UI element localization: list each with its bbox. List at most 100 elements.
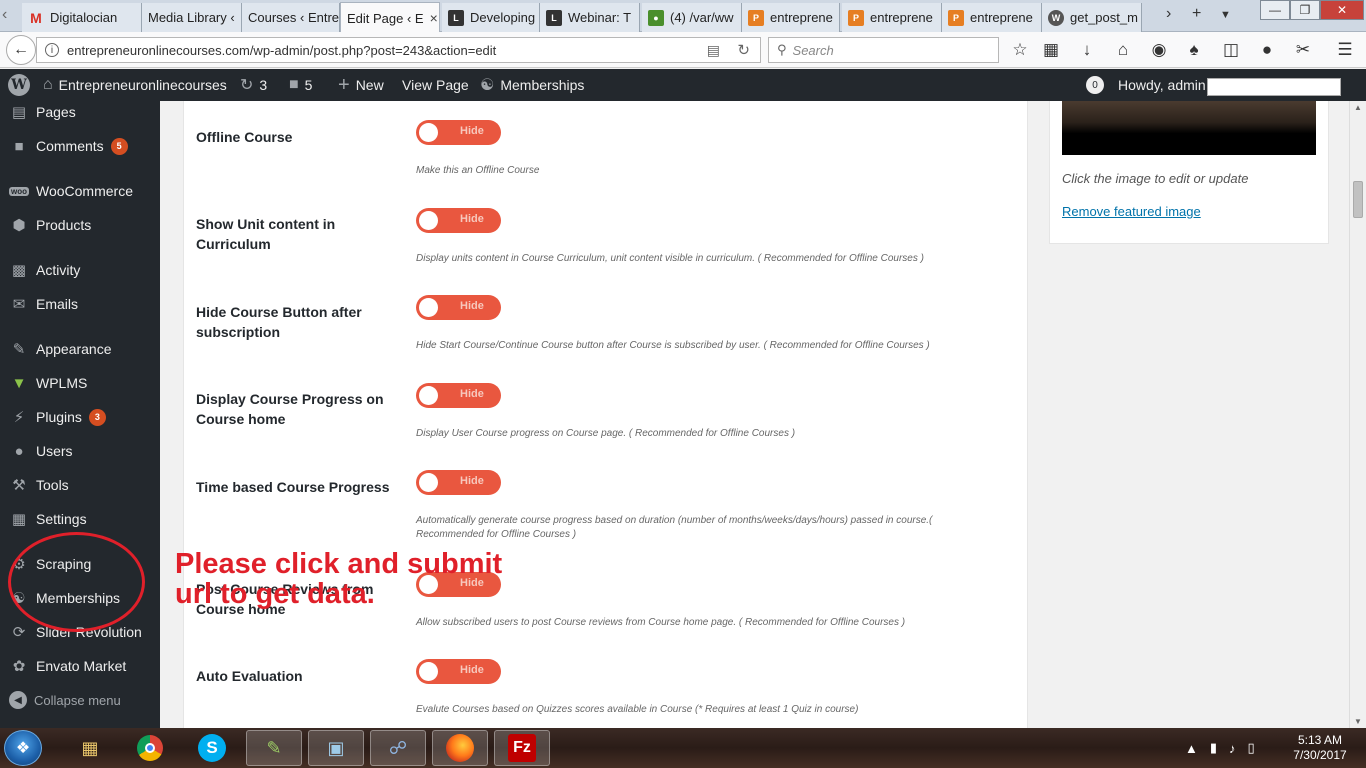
colorpicker-icon[interactable]: ● [1256,40,1278,60]
screenshot-icon[interactable]: ◫ [1220,40,1242,60]
sidebar-item-plugins[interactable]: ⚡ Plugins 3 [0,400,160,434]
skype-icon[interactable]: S [184,730,240,766]
new-tab-icon[interactable]: + [1192,5,1201,23]
close-window-icon[interactable]: ✕ [1320,0,1364,20]
search-input[interactable]: ⚲ Search [768,37,999,63]
scroll-down-icon[interactable]: ▼ [1354,717,1362,726]
time-based-progress-toggle[interactable]: Hide [416,470,501,495]
toggle-knob [419,123,438,142]
volume-icon[interactable]: ♪ [1229,741,1236,756]
featured-image[interactable] [1062,101,1316,155]
back-button[interactable]: ← [6,35,36,65]
sidebar-item-envato-market[interactable]: ✿ Envato Market [0,649,160,683]
filezilla-icon[interactable]: Fz [494,730,550,766]
tab-title: (4) /var/ww [670,10,734,25]
sidebar-item-emails[interactable]: ✉ Emails [0,287,160,321]
menu-icon[interactable]: ☰ [1334,40,1356,60]
sidebar-item-users[interactable]: ● Users [0,434,160,468]
reader-view-icon[interactable]: ▤ [707,42,720,59]
browser-tab[interactable]: W get_post_m [1042,3,1142,32]
setting-description: Make this an Offline Course [416,165,540,176]
url-bar[interactable]: i entrepreneuronlinecourses.com/wp-admin… [36,37,761,63]
show-unit-content-toggle[interactable]: Hide [416,208,501,233]
tab-title: Courses ‹ Entre [248,10,340,25]
browser-tab[interactable]: P entreprene [742,3,840,32]
show-hidden-icons-icon[interactable]: ▲ [1185,741,1198,756]
sidebar-item-woocommerce[interactable]: woo WooCommerce [0,174,160,208]
sidebar-item-pages[interactable]: ▤ Pages [0,95,160,129]
wplms-icon: ▼ [11,374,27,392]
new-content-link[interactable]: + New [338,69,384,101]
toggle-knob [419,298,438,317]
scrollbar-thumb[interactable] [1353,181,1363,218]
minimize-window-icon[interactable]: — [1260,0,1290,20]
browser-tab[interactable]: P entreprene [842,3,942,32]
browser-tab[interactable]: P entreprene [942,3,1042,32]
gmail-icon: M [30,9,42,26]
pocket-icon[interactable]: ◉ [1148,40,1170,60]
tab-list-icon[interactable]: ▼ [1220,9,1231,21]
annotation-text: Please click and submit url to get data. [175,548,503,610]
comments-count: 5 [304,77,313,93]
browser-tab-active[interactable]: Edit Page ‹ E × [340,2,440,33]
extension-icon[interactable]: ♠ [1183,40,1205,60]
sidebar-item-products[interactable]: ⬢ Products [0,208,160,242]
comments-link[interactable]: ■ 5 [289,69,312,101]
toggle-knob [419,386,438,405]
page-scrollbar[interactable]: ▲ ▼ [1349,101,1366,728]
sidebar-item-wplms[interactable]: ▼ WPLMS [0,366,160,400]
scroll-up-icon[interactable]: ▲ [1354,103,1362,112]
start-button[interactable]: ❖ [4,730,42,766]
comments-badge: 5 [110,137,128,155]
windows-explorer-icon[interactable]: ▦ [62,730,118,766]
tab-scroll-right-icon[interactable]: › [1166,5,1171,23]
plugins-icon: ⚡ [13,409,25,426]
sidebar-item-tools[interactable]: ⚒ Tools [0,468,160,502]
battery-icon[interactable]: ▯ [1248,740,1255,756]
hide-course-button-toggle[interactable]: Hide [416,295,501,320]
chrome-icon[interactable] [122,730,178,766]
sidebar-item-label: WooCommerce [36,183,133,199]
browser-tab[interactable]: Courses ‹ Entre [242,3,340,32]
browser-tab[interactable]: M Digitalocian [22,3,142,32]
restore-window-icon[interactable]: ❐ [1290,0,1320,20]
display-course-progress-toggle[interactable]: Hide [416,383,501,408]
home-icon[interactable]: ⌂ [1112,40,1134,60]
reload-icon[interactable]: ↻ [737,41,750,59]
collapse-menu-button[interactable]: ◀ Collapse menu [0,683,160,717]
sidebar-item-comments[interactable]: ■ Comments 5 [0,129,160,163]
browser-tab[interactable]: Media Library ‹ [142,3,242,32]
firefox-icon[interactable] [432,730,488,766]
tab-scroll-left-icon[interactable]: ‹ [2,6,7,24]
notepad-icon[interactable]: ✎ [246,730,302,766]
updates-link[interactable]: ↻ 3 [240,69,267,101]
memberships-link[interactable]: ☯ Memberships [480,69,584,101]
sidebar-item-activity[interactable]: ▩ Activity [0,253,160,287]
cut-icon[interactable]: ✂ [1292,40,1314,60]
auto-evaluation-toggle[interactable]: Hide [416,659,501,684]
toggle-label: Hide [460,300,484,312]
sidebar-item-settings[interactable]: ▦ Settings [0,502,160,536]
remove-featured-image-link[interactable]: Remove featured image [1062,204,1201,219]
sidebar-item-label: Settings [36,511,87,527]
setting-description: Automatically generate course progress b… [416,515,933,540]
editor-icon[interactable]: ▣ [308,730,364,766]
network-icon[interactable]: ☍ [370,730,426,766]
bookmark-star-icon[interactable]: ☆ [1009,40,1031,60]
clock[interactable]: 5:13 AM 7/30/2017 [1280,733,1360,763]
account-menu[interactable]: 0 Howdy, admin [1086,69,1206,101]
site-info-icon[interactable]: i [45,43,59,57]
sidebar-item-appearance[interactable]: ✎ Appearance [0,332,160,366]
view-page-link[interactable]: View Page [402,69,469,101]
browser-tab[interactable]: L Developing [442,3,540,32]
offline-course-toggle[interactable]: Hide [416,120,501,145]
close-tab-icon[interactable]: × [430,10,438,26]
wordpress-icon[interactable]: W [8,74,30,96]
network-signal-icon[interactable]: ▮ [1210,740,1217,756]
download-icon[interactable]: ↓ [1076,40,1098,60]
admin-search-input[interactable] [1207,78,1341,96]
annotation-circle [8,532,145,632]
library-icon[interactable]: ▦ [1040,40,1062,60]
browser-tab[interactable]: L Webinar: T [540,3,640,32]
browser-tab[interactable]: ● (4) /var/ww [642,3,742,32]
